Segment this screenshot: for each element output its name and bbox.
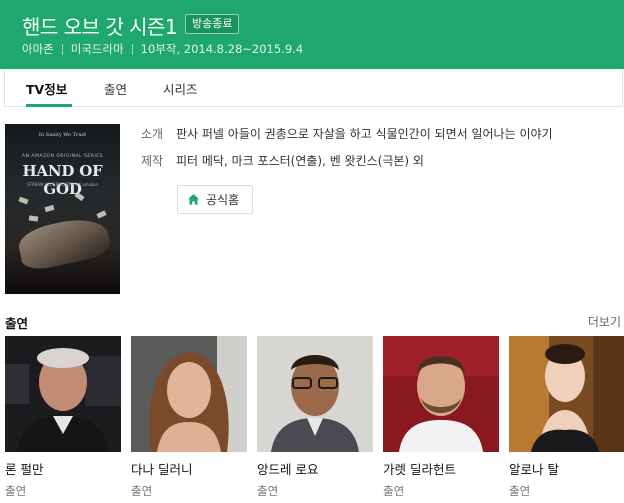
cast-role: 출연 [257,484,279,498]
synopsis-text: 판사 퍼넬 아들이 권총으로 자살을 하고 식물인간이 되면서 일어나는 이야기 [176,127,553,141]
home-icon [187,194,200,205]
cast-role: 출연 [5,484,27,498]
cast-name: 다나 딜러니 [131,462,193,477]
meta-divider [131,43,133,55]
tab-tv-info[interactable]: TV정보 [26,79,67,98]
cast-photo [131,336,247,452]
poster-title: HAND OF GOD [22,162,103,198]
official-site-label: 공식홈 [206,193,240,207]
cast-role: 출연 [131,484,153,498]
cast-card[interactable]: 론 펄만 출연 [5,336,121,499]
cast-name: 앙드레 로요 [257,462,319,477]
hand-illustration [15,213,113,273]
program-title: 핸드 오브 갓 시즌1 [22,15,178,39]
poster-subtitle: STREAM ALL EPISODES 9/4 amazon [26,182,99,187]
cast-card[interactable]: 앙드레 로요 출연 [257,336,373,499]
active-tab-indicator [26,104,72,107]
official-site-button[interactable]: 공식홈 [177,185,253,214]
tab-series[interactable]: 시리즈 [163,79,198,98]
genre-label: 미국드라마 [70,42,124,56]
cast-name: 알로나 탈 [509,462,559,477]
production-label: 제작 [141,154,164,168]
cast-name: 론 펄만 [5,462,44,477]
network-label: 아마존 [22,42,54,56]
cast-photo [257,336,373,452]
tab-bar: TV정보 출연 시리즈 [4,69,623,107]
cast-card[interactable]: 알로나 탈 출연 [509,336,624,499]
cast-photo [383,336,499,452]
production-text[interactable]: 피터 메닥, 마크 포스터(연출), 벤 왓킨스(극본) 외 [176,152,424,169]
poster-studio: AN AMAZON ORIGINAL SERIES [22,154,103,159]
program-header: 핸드 오브 갓 시즌1 방송종료 아마존 미국드라마 10부작, 2014.8.… [0,0,624,69]
schedule-label: 10부작, 2014.8.28~2015.9.4 [140,42,304,56]
status-badge: 방송종료 [185,14,240,34]
poster-tagline: In Sanity We Trust [38,132,87,138]
cast-card[interactable]: 가렛 딜라헌트 출연 [383,336,499,499]
synopsis-label: 소개 [141,127,164,141]
poster-image: In Sanity We Trust AN AMAZON ORIGINAL SE… [5,124,120,294]
more-link[interactable]: 더보기 [588,313,621,330]
cast-card[interactable]: 다나 딜러니 출연 [131,336,247,499]
cast-role: 출연 [509,484,531,498]
paper-decoration [44,204,55,213]
paper-decoration [28,215,39,222]
cast-photo [5,336,121,452]
meta-divider [61,43,63,55]
cast-name: 가렛 딜라헌트 [383,462,456,477]
cast-photo [509,336,624,452]
paper-decoration [96,210,107,219]
cast-section-title: 출연 [5,316,29,331]
cast-role: 출연 [383,484,405,498]
program-meta: 아마존 미국드라마 10부작, 2014.8.28~2015.9.4 [22,41,303,57]
tab-cast[interactable]: 출연 [104,79,127,98]
